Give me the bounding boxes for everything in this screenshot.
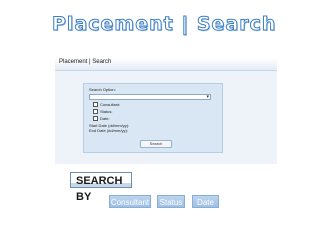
consultant-checkbox-row[interactable]: Consultant: <box>93 102 121 108</box>
status-checkbox-label: Status: <box>100 109 113 114</box>
search-option-select[interactable]: ▾ <box>89 94 211 100</box>
date-checkbox-label: Date: <box>100 116 110 121</box>
search-by-label: SEARCH BY <box>70 172 132 203</box>
consultant-checkbox[interactable] <box>93 102 98 108</box>
app-window: Placement | Search Search Option: ▾ Cons… <box>55 58 277 164</box>
consultant-checkbox-label: Consultant: <box>100 102 121 107</box>
page-title: Placement | Search <box>59 59 112 65</box>
search-panel: Search Option: ▾ Consultant: Status: Dat… <box>83 83 223 153</box>
date-tag: Date <box>192 195 219 208</box>
app-header: Placement | Search <box>55 58 277 71</box>
status-checkbox-row[interactable]: Status: <box>93 109 113 115</box>
search-button[interactable]: Search <box>140 140 172 148</box>
date-checkbox-row[interactable]: Date: <box>93 116 110 122</box>
end-date-label: End Date (dd/mm/yy): <box>89 128 128 133</box>
date-checkbox[interactable] <box>93 116 98 122</box>
status-tag: Status <box>157 195 185 208</box>
chevron-down-icon[interactable]: ▾ <box>206 93 209 101</box>
slide-title: Placement | Search <box>51 13 277 36</box>
status-checkbox[interactable] <box>93 109 98 115</box>
consultant-tag: Consultant <box>109 195 151 208</box>
search-option-label: Search Option: <box>89 87 116 92</box>
